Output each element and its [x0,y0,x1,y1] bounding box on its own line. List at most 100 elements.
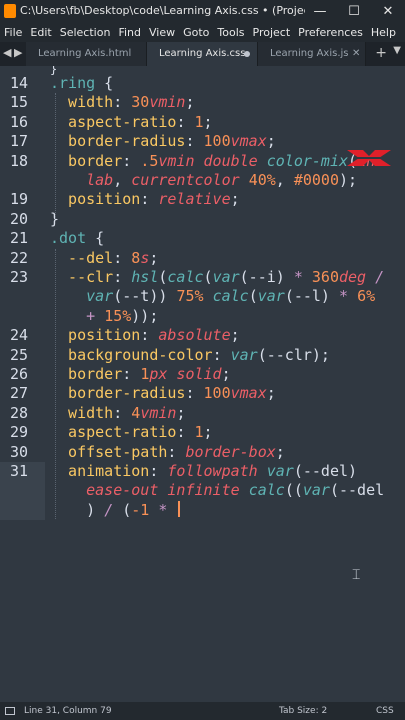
minimize-button[interactable]: — [303,0,337,22]
code-token: 8 [131,248,141,267]
syntax-selector[interactable]: CSS [376,706,394,716]
tab-list-icon[interactable]: ▼ [393,45,401,56]
tab-size-selector[interactable]: Tab Size: 2 [279,706,327,716]
line-number: 16 [9,112,28,131]
code-token: px solid [149,365,222,383]
line-number: 27 [9,384,28,403]
line-number: 14 [9,74,28,92]
menu-selection[interactable]: Selection [56,26,115,39]
indent-guide [55,249,56,519]
tab-learning-axis-js[interactable]: Learning Axis.js ✕ [258,42,366,66]
tab-label: Learning Axis.css [159,48,246,59]
line-number: 20 [9,209,28,228]
maximize-button[interactable]: ☐ [337,0,371,22]
menu-preferences[interactable]: Preferences [294,26,367,39]
code-token: : [212,345,231,364]
code-token: ); [339,171,358,189]
code-line[interactable]: aspect-ratio: 1; [50,113,213,131]
code-token: { [86,229,105,248]
code-token: : [140,326,159,345]
code-line[interactable]: animation: followpath var(--del) [50,462,357,480]
code-token: position [50,190,141,209]
code-token: : [122,365,141,383]
code-token: (( [284,481,303,500]
code-token: 15% [104,306,132,325]
code-token: ) [50,500,105,519]
line-number: 22 [9,248,28,267]
code-token: lab [50,171,114,189]
code-token: calc [248,481,285,500]
code-token: ; [266,384,276,403]
tab-bar: ◀ ▶ Learning Axis.html Learning Axis.css… [0,42,405,66]
code-line[interactable]: position: absolute; [50,326,240,344]
code-token: : [113,403,132,422]
tab-scroll-right-icon[interactable]: ▶ [14,46,22,59]
code-token: vmin double [158,151,267,170]
menu-edit[interactable]: Edit [26,26,55,39]
code-token: 40% [248,171,276,189]
code-token: ; [185,93,195,112]
code-token: : [113,248,132,267]
code-line[interactable]: border-radius: 100vmax; [50,384,276,402]
title-bar: C:\Users\fb\Desktop\code\Learning Axis.c… [0,0,405,22]
menu-goto[interactable]: Goto [179,26,213,39]
window-title: C:\Users\fb\Desktop\code\Learning Axis.c… [20,4,305,17]
code-line[interactable]: lab, currentcolor 40%, #0000); [50,171,357,189]
code-token: 1 [194,112,204,131]
code-token: : [113,93,132,112]
code-line[interactable]: .ring { [50,74,113,92]
code-token: : [167,442,186,461]
code-line[interactable]: var(--t)) 75% calc(var(--l) * 6% [50,287,375,305]
unsaved-dot-icon[interactable] [244,51,250,57]
code-line[interactable]: width: 30vmin; [50,93,195,112]
tab-learning-axis-html[interactable]: Learning Axis.html [26,42,147,66]
editor-pane[interactable]: 14 15 16 17 18 19 20 21 22 23 24 25 26 27 28 29 30 31 .ri… [0,66,405,702]
code-token: { [95,74,114,92]
code-line[interactable]: + 15%)); [50,307,158,325]
menu-find[interactable]: Find [114,26,145,39]
code-token: hsl [131,268,159,286]
tab-learning-axis-css[interactable]: Learning Axis.css [147,42,258,66]
code-line[interactable]: border-radius: 100vmax; [50,132,276,150]
code-token: relative [158,190,231,209]
tab-close-icon[interactable]: ✕ [352,42,360,66]
code-line[interactable]: offset-path: border-box; [50,443,285,461]
code-token: -1 [131,500,150,519]
code-token: ; [203,112,213,131]
menu-tools[interactable]: Tools [213,26,248,39]
menu-file[interactable]: File [0,26,26,39]
learning-axis-logo-icon [347,150,391,166]
menu-project[interactable]: Project [249,26,295,39]
code-token: ; [221,365,231,383]
code-token: var [266,462,294,480]
code-token: / [375,268,385,286]
code-token: .dot [50,229,87,248]
code-token: (--del) [293,462,358,480]
code-token: ; [230,190,240,209]
code-line[interactable]: aspect-ratio: 1; [50,423,213,441]
code-line[interactable]: position: relative; [50,190,240,208]
code-token: background-color [50,345,213,364]
line-number: 21 [9,229,28,248]
close-button[interactable]: ✕ [371,0,405,22]
code-token: var [302,481,330,500]
code-line[interactable]: .dot { [50,229,104,247]
code-line[interactable]: width: 4vmin; [50,404,185,422]
menu-view[interactable]: View [145,26,179,39]
line-number: 31 [9,462,28,480]
menu-help[interactable]: Help [367,26,400,39]
new-tab-icon[interactable]: + [375,45,387,61]
code-line[interactable]: ease-out infinite calc((var(--del [50,481,384,499]
code-line[interactable]: background-color: var(--clr); [50,346,330,364]
code-line[interactable]: --del: 8s; [50,249,158,267]
code-token: color-mix [266,151,349,170]
code-line[interactable]: ) / (-1 * [50,500,181,519]
code-token: var [212,268,240,286]
code-token: border [50,151,123,170]
code-line[interactable]: border: 1px solid; [50,365,231,383]
code-line[interactable]: border: .5vmin double color-mix(in [50,152,375,170]
tab-scroll-left-icon[interactable]: ◀ [3,46,11,59]
code-line[interactable]: --clr: hsl(calc(var(--i) * 360deg / [50,268,384,286]
panel-toggle-icon[interactable] [5,707,15,715]
